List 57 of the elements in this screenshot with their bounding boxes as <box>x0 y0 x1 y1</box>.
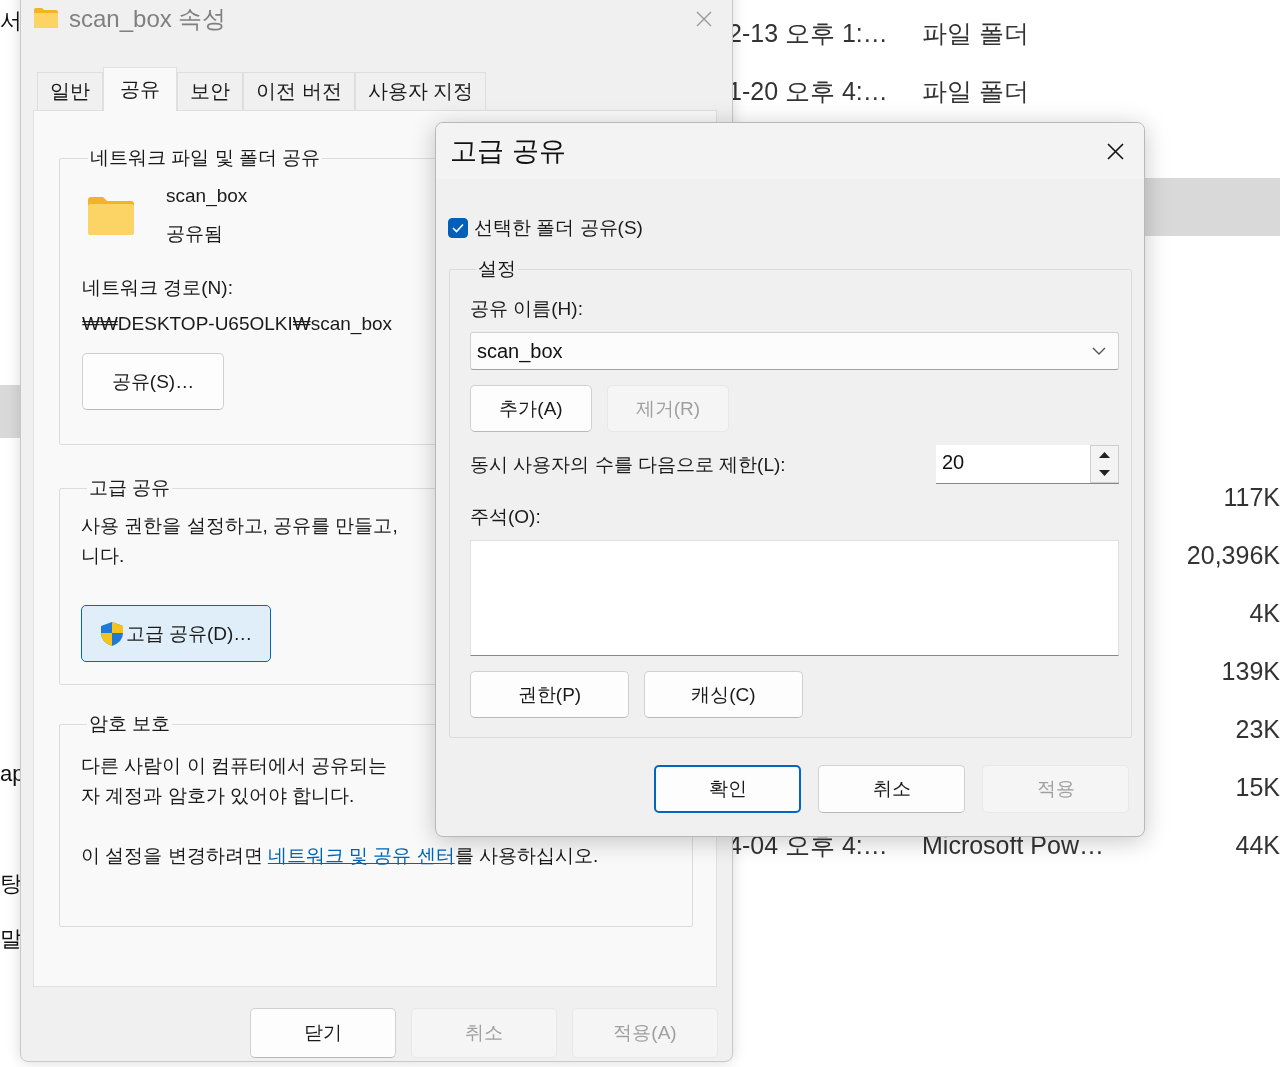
size-cell: 23K <box>1235 714 1280 744</box>
size-cell: 117K <box>1223 482 1280 512</box>
dialog-button[interactable]: 닫기 <box>250 1008 396 1058</box>
nav-item-text: 말 <box>0 924 22 953</box>
share-button[interactable]: 공유(S)… <box>82 353 224 410</box>
size-cell: 139K <box>1221 656 1280 686</box>
group-title: 암호 보호 <box>88 712 172 736</box>
dialog-button[interactable]: 취소 <box>818 765 965 813</box>
advanced-sharing-button[interactable]: 고급 공유(D)… <box>81 605 271 662</box>
description-text: 자 계정과 암호가 있어야 합니다. <box>81 784 355 808</box>
note-text: 이 설정을 변경하려면 네트워크 및 공유 센터 를 사용하십시오. <box>81 844 599 868</box>
window-title: scan_box 속성 <box>69 4 227 34</box>
dialog-button[interactable]: 추가(A) <box>470 385 592 432</box>
type-cell-text: 파일 폴더 <box>922 75 1029 107</box>
comment-field[interactable] <box>470 540 1119 656</box>
shield-icon <box>99 620 124 647</box>
tab[interactable]: 일반 <box>37 72 103 110</box>
size-cell: 15K <box>1235 772 1280 802</box>
chevron-down-icon <box>1092 347 1106 355</box>
group-title: 고급 공유 <box>88 476 172 500</box>
description-text: 다른 사람이 이 컴퓨터에서 공유되는 <box>81 754 388 778</box>
tab[interactable]: 이전 버전 <box>243 72 355 110</box>
dialog-button[interactable]: 권한(P) <box>470 671 629 718</box>
dialog-title: 고급 공유 <box>450 135 566 168</box>
network-path: ₩₩DESKTOP-U65OLKI₩scan_box <box>82 313 394 335</box>
checkmark-icon <box>452 223 464 233</box>
dialog-button[interactable]: 확인 <box>654 765 801 813</box>
size-cell: 44K <box>1235 830 1280 860</box>
share-name-dropdown[interactable]: scan_box <box>470 332 1119 370</box>
description-text: 니다. <box>81 544 125 568</box>
date-cell-text: 1-20 오후 4:… <box>728 75 889 107</box>
type-cell: Microsoft Pow… <box>922 830 1104 860</box>
tab[interactable]: 보안 <box>177 72 243 110</box>
group-title: 네트워크 파일 및 폴더 공유 <box>89 146 322 170</box>
field-label: 공유 이름(H): <box>470 297 584 321</box>
folder-icon <box>33 7 59 29</box>
close-icon[interactable] <box>1107 142 1124 160</box>
network-center-link[interactable]: 네트워크 및 공유 센터 <box>267 845 455 866</box>
nav-item-text: 탕 <box>0 869 22 898</box>
checkbox-label: 선택한 폴더 공유(S) <box>474 216 643 240</box>
group-title: 설정 <box>477 257 517 281</box>
dialog-button[interactable]: 캐싱(C) <box>644 671 803 718</box>
size-cell: 4K <box>1249 598 1280 628</box>
description-text: 사용 권한을 설정하고, 공유를 만들고, <box>81 514 398 538</box>
checkbox[interactable] <box>448 218 468 238</box>
tab[interactable]: 사용자 지정 <box>354 72 487 110</box>
folder-name: scan_box <box>166 185 248 207</box>
type-cell-text: 파일 폴더 <box>922 17 1029 49</box>
field-label: 동시 사용자의 수를 다음으로 제한(L): <box>470 452 786 477</box>
tab[interactable]: 공유 <box>103 67 177 111</box>
user-limit-spinbox[interactable]: 20 <box>936 445 1119 484</box>
field-label: 네트워크 경로(N): <box>82 276 234 300</box>
share-status: 공유됨 <box>166 222 224 246</box>
folder-icon <box>86 196 136 236</box>
nav-item-text: 서 <box>0 6 22 35</box>
size-cell: 20,396K <box>1186 540 1280 570</box>
field-label: 주석(O): <box>470 505 542 529</box>
